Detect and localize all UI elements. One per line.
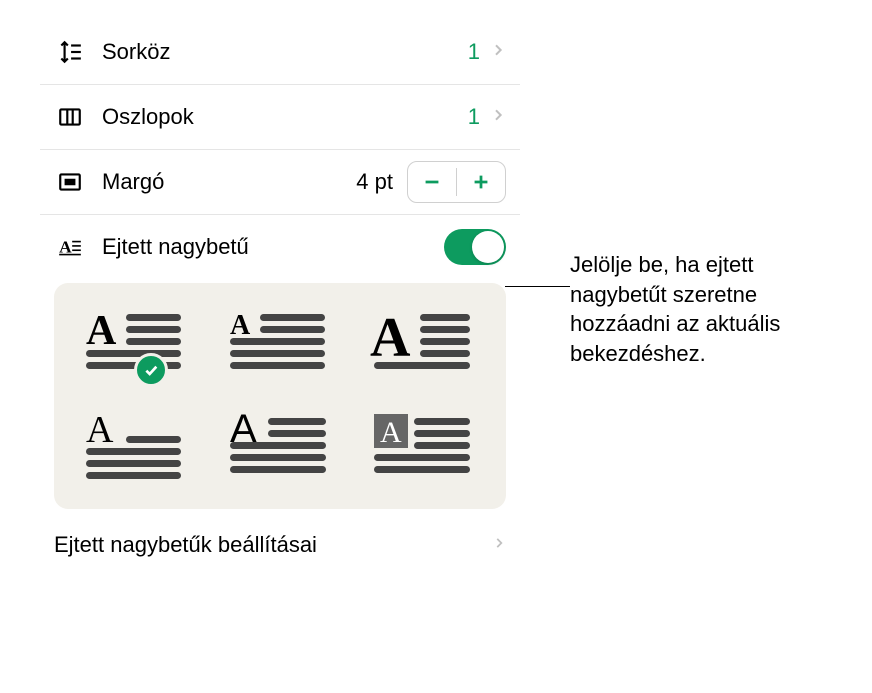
toggle-knob <box>472 231 504 263</box>
margin-icon <box>54 166 86 198</box>
drop-cap-style-grid: A A A <box>54 283 506 509</box>
drop-cap-label: Ejtett nagybetű <box>102 234 444 260</box>
row-columns[interactable]: Oszlopok 1 <box>40 85 520 150</box>
drop-cap-style-5[interactable]: A <box>212 405 348 491</box>
drop-cap-icon: A <box>54 231 86 263</box>
chevron-right-icon <box>490 38 506 67</box>
callout-text: Jelölje be, ha ejtett nagybetűt szeretne… <box>570 250 840 369</box>
line-spacing-label: Sorköz <box>102 39 468 65</box>
drop-cap-settings-link[interactable]: Ejtett nagybetűk beállításai <box>40 515 520 575</box>
margin-value: 4 pt <box>356 169 393 195</box>
svg-text:A: A <box>230 310 251 341</box>
chevron-right-icon <box>490 103 506 132</box>
margin-stepper <box>407 161 506 203</box>
formatting-panel: Sorköz 1 Oszlopok 1 Margó 4 pt <box>40 20 520 575</box>
svg-text:A: A <box>86 409 114 451</box>
drop-cap-style-1[interactable]: A <box>68 301 204 387</box>
callout-leader-line <box>505 286 570 287</box>
columns-value: 1 <box>468 104 480 130</box>
line-spacing-value: 1 <box>468 39 480 65</box>
margin-label: Margó <box>102 169 356 195</box>
svg-text:A: A <box>86 308 117 354</box>
line-spacing-icon <box>54 36 86 68</box>
drop-cap-toggle[interactable] <box>444 229 506 265</box>
chevron-right-icon <box>492 533 506 558</box>
row-margin: Margó 4 pt <box>40 150 520 215</box>
svg-text:A: A <box>370 307 411 369</box>
columns-icon <box>54 101 86 133</box>
columns-label: Oszlopok <box>102 104 468 130</box>
drop-cap-style-3[interactable]: A <box>356 301 492 387</box>
drop-cap-style-2[interactable]: A <box>212 301 348 387</box>
row-drop-cap: A Ejtett nagybetű <box>40 215 520 279</box>
drop-cap-settings-label: Ejtett nagybetűk beállításai <box>54 532 492 558</box>
margin-increase-button[interactable] <box>457 162 505 202</box>
drop-cap-style-6[interactable]: A <box>356 405 492 491</box>
margin-decrease-button[interactable] <box>408 162 456 202</box>
selected-check-icon <box>134 353 168 387</box>
svg-text:A: A <box>380 416 402 449</box>
row-line-spacing[interactable]: Sorköz 1 <box>40 20 520 85</box>
svg-text:A: A <box>59 237 72 256</box>
drop-cap-style-4[interactable]: A <box>68 405 204 491</box>
